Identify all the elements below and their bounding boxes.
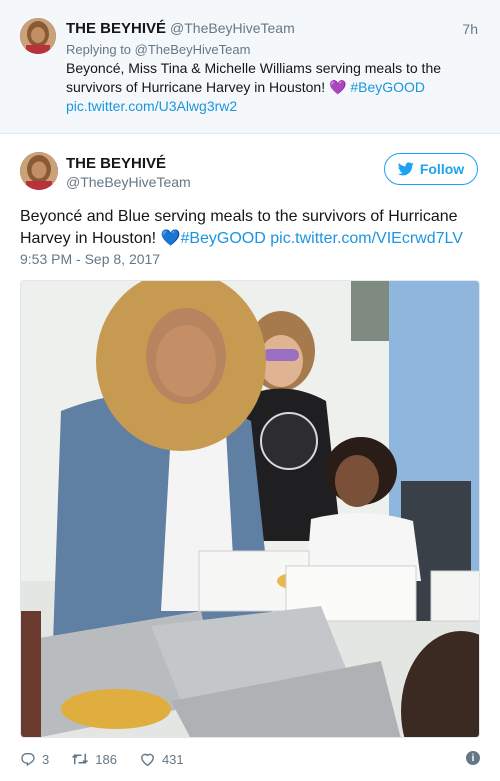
twitter-bird-icon xyxy=(397,162,414,176)
heart-icon xyxy=(141,753,154,767)
author-handle[interactable]: @TheBeyHiveTeam xyxy=(66,174,191,190)
info-icon[interactable]: i xyxy=(466,751,480,765)
author-name[interactable]: THE BEYHIVÉ xyxy=(66,155,166,172)
avatar[interactable] xyxy=(20,152,58,190)
reply-count: 3 xyxy=(42,751,50,767)
retweet-icon xyxy=(72,753,89,765)
tweet: THE BEYHIVÉ @TheBeyHiveTeam Follow Beyon… xyxy=(0,134,500,781)
follow-label: Follow xyxy=(419,161,465,177)
timestamp[interactable]: 9:53 PM - Sep 8, 2017 xyxy=(20,251,160,267)
pic-link[interactable]: pic.twitter.com/U3Alwg3rw2 xyxy=(66,98,237,114)
pic-link[interactable]: pic.twitter.com/VIEcrwd7LV xyxy=(270,230,463,247)
like-count: 431 xyxy=(161,751,184,767)
blue-heart-icon: 💙 xyxy=(160,230,181,247)
hashtag-link[interactable]: #BeyGOOD xyxy=(180,230,265,247)
reply-text: Beyoncé, Miss Tina & Michelle Williams s… xyxy=(66,59,476,116)
replying-to: Replying to @TheBeyHiveTeam xyxy=(66,42,251,57)
retweet-count: 186 xyxy=(95,751,117,767)
avatar[interactable] xyxy=(20,18,56,54)
reply-button[interactable]: 3 xyxy=(20,751,49,767)
hashtag-link[interactable]: #BeyGOOD xyxy=(350,79,425,95)
reply-author[interactable]: THE BEYHIVÉ @TheBeyHiveTeam xyxy=(66,20,295,37)
reply-time[interactable]: 7h xyxy=(462,21,478,37)
retweet-button[interactable]: 186 xyxy=(71,751,117,767)
tweet-text: Beyoncé and Blue serving meals to the su… xyxy=(20,206,480,250)
reply-author-handle: @TheBeyHiveTeam xyxy=(170,20,295,36)
reply-context: THE BEYHIVÉ @TheBeyHiveTeam 7h Replying t… xyxy=(0,0,500,134)
like-button[interactable]: 431 xyxy=(139,751,184,767)
follow-button[interactable]: Follow xyxy=(384,153,478,185)
reply-author-name: THE BEYHIVÉ xyxy=(66,20,167,37)
tweet-photo[interactable] xyxy=(20,280,480,738)
reply-icon xyxy=(21,753,35,767)
purple-heart-icon: 💜 xyxy=(329,79,347,95)
tweet-actions: 3 186 431 i xyxy=(20,748,480,770)
